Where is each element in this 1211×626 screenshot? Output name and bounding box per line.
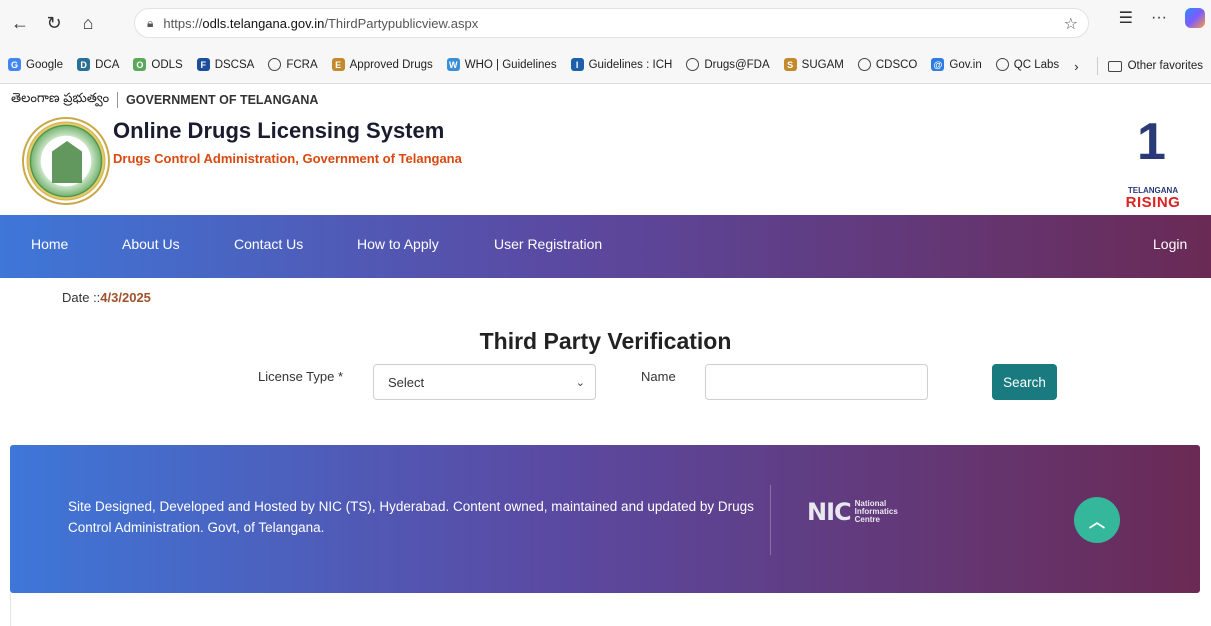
globe-icon: [995, 58, 1009, 71]
other-favorites[interactable]: Other favorites: [1128, 60, 1203, 72]
nav-about-us[interactable]: About Us: [122, 236, 180, 252]
bookmark-item[interactable]: E Approved Drugs: [331, 58, 433, 71]
page-title: Third Party Verification: [479, 328, 732, 354]
bookmark-item[interactable]: @ Gov.in: [931, 58, 982, 71]
favorites-list-icon[interactable]: ☰: [1119, 8, 1133, 28]
bookmark-label: FCRA: [286, 58, 318, 71]
scroll-to-top-button[interactable]: ︿: [1074, 497, 1120, 543]
favorite-star-icon[interactable]: ☆: [1064, 14, 1078, 34]
site-subtitle: Drugs Control Administration, Government…: [113, 151, 462, 166]
favicon-icon: @: [931, 58, 945, 71]
bookmark-item[interactable]: O ODLS: [133, 58, 183, 71]
bookmark-label: Gov.in: [949, 58, 982, 71]
favicon-icon: O: [133, 58, 147, 71]
bookmark-item[interactable]: S SUGAM: [783, 58, 844, 71]
globe-icon: [857, 58, 871, 71]
more-menu-icon[interactable]: ···: [1151, 9, 1167, 27]
bookmarks-bar: G Google D DCA O ODLS F DSCSA FCRA E Approved Drug…: [0, 46, 1211, 84]
favicon-icon: G: [8, 58, 21, 71]
bookmark-item[interactable]: F DSCSA: [196, 58, 255, 71]
copilot-icon[interactable]: [1185, 8, 1205, 28]
bookmark-label: WHO | Guidelines: [464, 58, 557, 71]
bookmark-item[interactable]: G Google: [8, 58, 63, 71]
page-bottom-border: [10, 593, 11, 626]
bookmark-item[interactable]: FCRA: [268, 58, 318, 71]
bookmark-label: Guidelines : ICH: [588, 58, 673, 71]
footer-divider: [770, 485, 771, 555]
bookmark-item[interactable]: Drugs@FDA: [686, 58, 770, 71]
nav-home[interactable]: Home: [31, 236, 68, 252]
nav-login[interactable]: Login: [1153, 236, 1187, 252]
nav-user-registration[interactable]: User Registration: [494, 236, 602, 252]
site-title: Online Drugs Licensing System: [113, 118, 445, 143]
nic-mark: NIC: [807, 498, 852, 526]
government-line: తెలంగాణ ప్రభుత్వం GOVERNMENT OF TELANGAN…: [11, 90, 318, 109]
telangana-emblem-icon: [22, 117, 110, 205]
bookmark-label: Google: [26, 58, 64, 71]
bookmark-item[interactable]: D DCA: [77, 58, 119, 71]
license-type-selected: Select: [388, 374, 425, 390]
bookmark-item[interactable]: I Guidelines : ICH: [570, 58, 673, 71]
name-input[interactable]: [705, 364, 928, 400]
home-icon[interactable]: ⌂: [74, 9, 102, 37]
bookmark-item[interactable]: CDSCO: [857, 58, 918, 71]
name-label: Name: [641, 369, 676, 384]
back-arrow-icon[interactable]: ←: [6, 9, 34, 37]
chevron-down-icon: ⌄: [575, 377, 585, 389]
favicon-icon: D: [77, 58, 91, 71]
nic-logo: NIC National Informatics Centre: [807, 498, 898, 526]
chevron-right-icon[interactable]: ›: [1074, 59, 1078, 74]
favicon-icon: F: [196, 58, 210, 71]
date-line: Date ::4/3/2025: [62, 290, 151, 305]
address-bar[interactable]: 🔒︎ https://odls.telangana.gov.in/ThirdPa…: [134, 8, 1089, 38]
bookmark-label: QC Labs: [1013, 58, 1060, 71]
favicon-icon: S: [783, 58, 797, 71]
main-navbar: Home About Us Contact Us How to Apply Us…: [0, 215, 1211, 278]
date-value: 4/3/2025: [100, 290, 151, 305]
lock-icon[interactable]: 🔒︎: [147, 16, 153, 31]
globe-icon: [268, 58, 282, 71]
date-label: Date ::: [62, 290, 101, 305]
divider: [117, 91, 119, 108]
globe-icon: [686, 58, 700, 71]
url-text: https://odls.telangana.gov.in/ThirdParty…: [163, 15, 479, 31]
footer-credit-text: Site Designed, Developed and Hosted by N…: [68, 499, 754, 535]
chevron-up-icon: ︿: [1088, 514, 1105, 531]
bookmark-item[interactable]: W WHO | Guidelines: [446, 58, 557, 71]
bookmark-label: DCA: [95, 58, 120, 71]
bookmark-label: CDSCO: [875, 58, 918, 71]
government-text: GOVERNMENT OF TELANGANA: [126, 92, 319, 107]
favicon-icon: E: [331, 58, 345, 71]
nic-words: National Informatics Centre: [855, 500, 898, 524]
footer: Site Designed, Developed and Hosted by N…: [10, 445, 1200, 593]
browser-toolbar: ← ↻ ⌂ 🔒︎ https://odls.telangana.gov.in/T…: [0, 0, 1211, 46]
telugu-government-text: తెలంగాణ ప్రభుత్వం: [11, 90, 110, 105]
license-type-select[interactable]: Select ⌄: [373, 364, 596, 400]
bookmark-label: ODLS: [151, 58, 183, 71]
nav-contact-us[interactable]: Contact Us: [234, 236, 303, 252]
bookmark-label: Drugs@FDA: [704, 58, 770, 71]
toolbar-right: ☰ ···: [1119, 8, 1205, 28]
rising-one-glyph: 1: [1137, 113, 1166, 171]
nav-how-to-apply[interactable]: How to Apply: [357, 236, 439, 252]
favicon-icon: I: [570, 58, 584, 71]
divider: [1096, 57, 1098, 75]
folder-icon: [1107, 60, 1122, 72]
favicon-icon: W: [446, 58, 460, 71]
bookmark-label: Approved Drugs: [349, 58, 433, 71]
search-button[interactable]: Search: [992, 364, 1057, 400]
bookmark-label: DSCSA: [214, 58, 255, 71]
bookmark-item[interactable]: QC Labs: [995, 58, 1060, 71]
bookmarks-right: › Other favorites: [1074, 57, 1203, 75]
bookmark-label: SUGAM: [801, 58, 844, 71]
rising-big-text: RISING: [1125, 194, 1181, 211]
license-type-label: License Type *: [258, 369, 344, 384]
telangana-rising-logo: 1 TELANGANA RISING: [1117, 116, 1189, 212]
refresh-icon[interactable]: ↻: [40, 9, 68, 37]
nic-line-3: Centre: [854, 515, 880, 524]
